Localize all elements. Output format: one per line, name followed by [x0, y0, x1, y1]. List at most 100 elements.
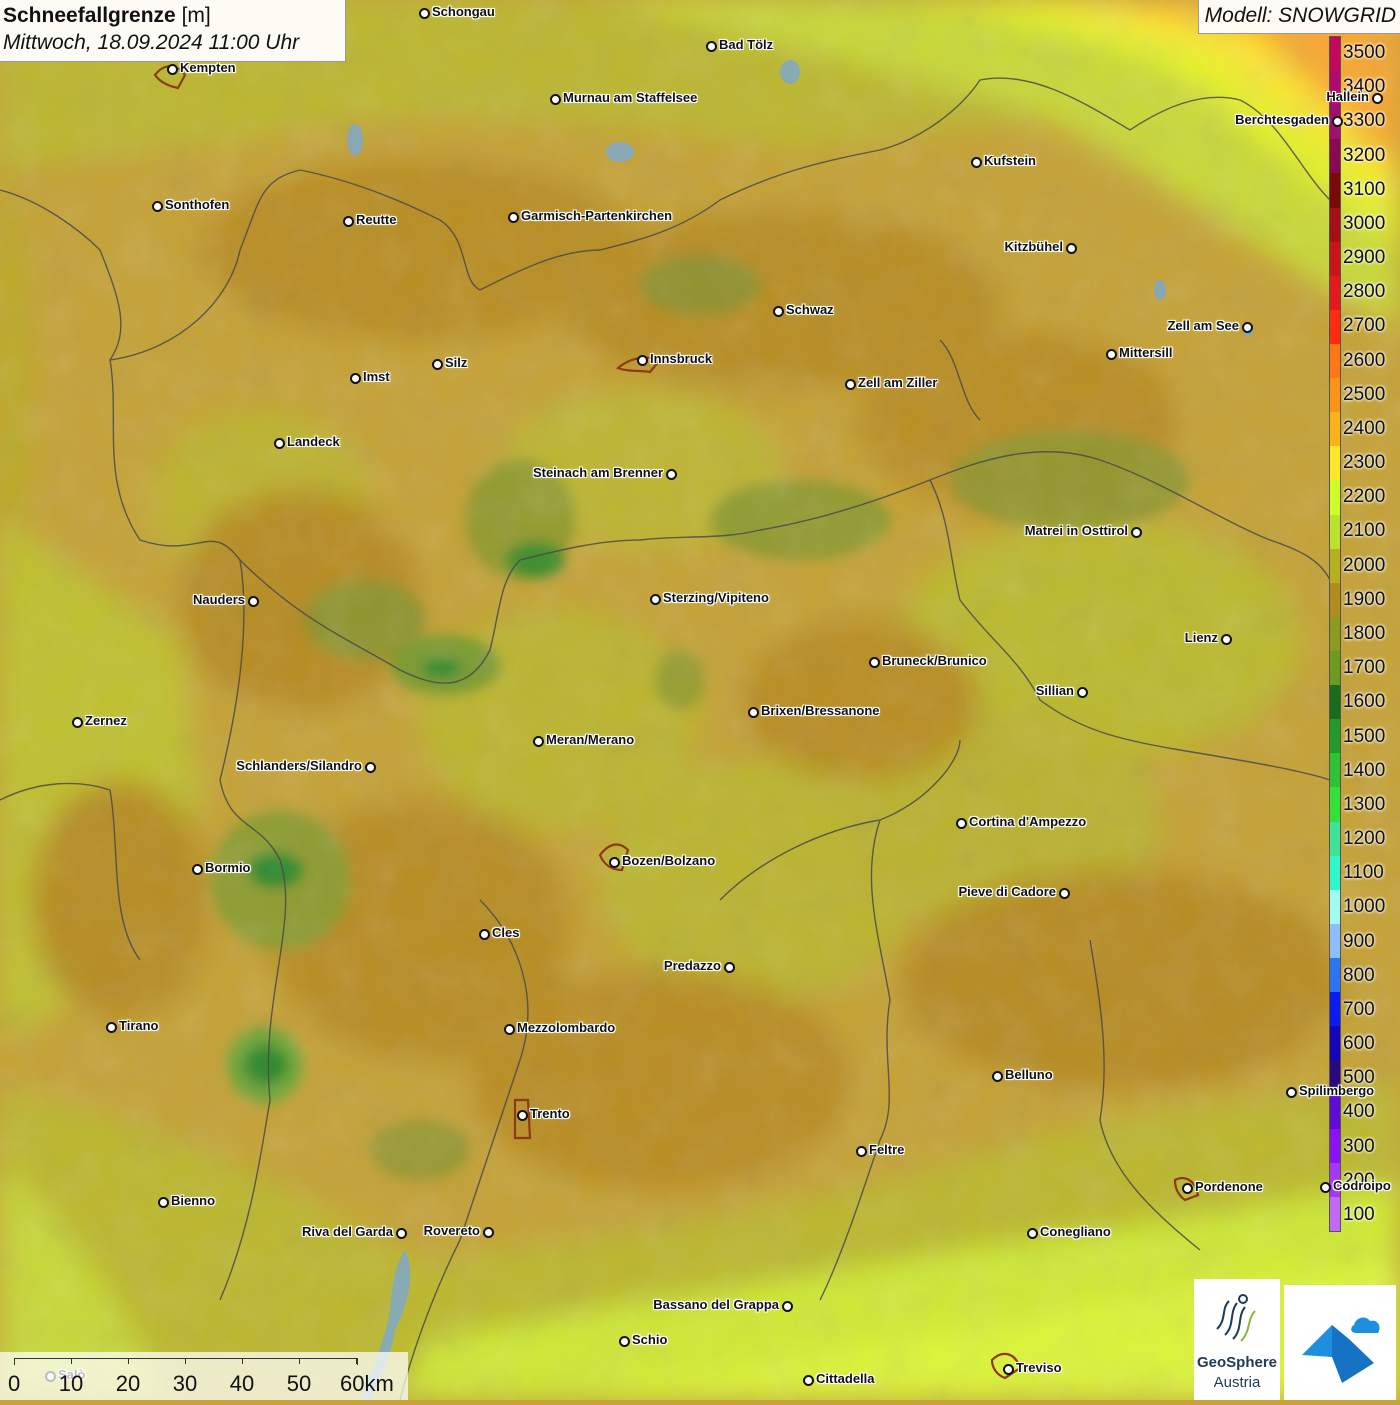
city-label: Steinach am Brenner [532, 465, 663, 480]
city-label: Bienno [171, 1193, 216, 1208]
legend-label: 3100 [1343, 178, 1386, 200]
legend-swatch [1330, 1094, 1340, 1129]
city-marker [869, 657, 880, 668]
legend-label: 1600 [1343, 691, 1386, 713]
legend-swatch [1330, 821, 1340, 856]
city-marker [158, 1197, 169, 1208]
legend-label: 2800 [1343, 281, 1386, 303]
legend-label: 1400 [1343, 759, 1386, 781]
legend-swatch [1330, 173, 1340, 208]
city-marker [167, 64, 178, 75]
model-label: Modell: SNOWGRID [1197, 0, 1400, 34]
legend-label: 300 [1343, 1135, 1375, 1157]
city-marker [106, 1022, 117, 1033]
legend-swatch [1330, 855, 1340, 890]
city-marker [724, 962, 735, 973]
city-marker [365, 762, 376, 773]
city-marker [666, 469, 677, 480]
city-marker [248, 596, 259, 607]
legend-label: 1300 [1343, 793, 1386, 815]
legend-label: 3200 [1343, 144, 1386, 166]
city-marker [856, 1146, 867, 1157]
city-label: Belluno [1005, 1067, 1053, 1082]
city-marker [1003, 1364, 1014, 1375]
city-marker [72, 717, 83, 728]
city-marker [533, 736, 544, 747]
city-label: Pordenone [1195, 1179, 1263, 1194]
scale-label: 0 [8, 1371, 21, 1396]
city-marker [845, 379, 856, 390]
legend-swatch [1330, 1196, 1340, 1231]
legend-swatch [1330, 343, 1340, 379]
scale-line [14, 1358, 358, 1365]
legend-label: 400 [1343, 1101, 1375, 1123]
city-label: Bozen/Bolzano [622, 853, 716, 868]
city-marker [508, 212, 519, 223]
city-label: Bormio [205, 860, 251, 875]
city-marker [782, 1301, 793, 1312]
city-label: Pieve di Cadore [958, 884, 1056, 899]
city-marker [274, 438, 285, 449]
city-label: Trento [530, 1106, 570, 1121]
scale-tick [185, 1358, 186, 1364]
city-label: Schio [632, 1332, 668, 1347]
city-marker [1059, 888, 1070, 899]
legend-label: 2900 [1343, 247, 1386, 269]
scale-tick [71, 1358, 72, 1364]
geosphere-emblem-icon [1216, 1294, 1256, 1342]
scale-label: 30 [172, 1371, 198, 1396]
legend-swatch [1330, 787, 1340, 822]
city-label: Mittersill [1119, 345, 1173, 360]
city-marker [1286, 1087, 1297, 1098]
city-label: Bruneck/Brunico [882, 653, 987, 668]
city-label: Lienz [1184, 630, 1218, 645]
city-label: Treviso [1016, 1360, 1062, 1375]
city-label: Conegliano [1040, 1224, 1111, 1239]
legend-label: 2700 [1343, 315, 1386, 337]
legend-swatch [1330, 1128, 1340, 1163]
city-label: Bassano del Grappa [653, 1297, 779, 1312]
city-label: Mezzolombardo [517, 1020, 616, 1035]
city-label: Murnau am Staffelsee [563, 90, 698, 105]
scale-label: 40 [229, 1371, 255, 1396]
legend-swatch [1330, 37, 1340, 72]
scale-tick [356, 1358, 357, 1364]
map-title-box: Schneefallgrenze [m] Mittwoch, 18.09.202… [0, 0, 346, 62]
legend-swatch [1330, 923, 1340, 958]
legend-label: 600 [1343, 1033, 1375, 1055]
legend-swatch [1330, 889, 1340, 924]
city-marker [706, 41, 717, 52]
legend-label: 1000 [1343, 896, 1386, 918]
city-label: Innsbruck [650, 351, 713, 366]
legend-label: 2100 [1343, 520, 1386, 542]
geosphere-name: GeoSphere [1196, 1354, 1278, 1371]
city-marker [1077, 687, 1088, 698]
city-marker [550, 94, 561, 105]
city-label: Reutte [356, 212, 397, 227]
map-date: Mittwoch, 18.09.2024 11:00 Uhr [3, 31, 300, 54]
scale-tick [14, 1358, 15, 1364]
legend-label: 2200 [1343, 486, 1386, 508]
legend-label: 1800 [1343, 623, 1386, 644]
scale-tick [128, 1358, 129, 1364]
city-marker [1027, 1228, 1038, 1239]
city-label: Matrei in Osttirol [1024, 523, 1128, 538]
scale-label: 20 [115, 1371, 141, 1396]
legend-swatch [1330, 719, 1340, 754]
legend-swatch [1330, 514, 1340, 549]
legend-label: 700 [1343, 998, 1375, 1020]
city-label: Zell am See [1167, 318, 1239, 333]
legend-swatch [1330, 616, 1340, 651]
city-label: Berchtesgaden [1235, 112, 1329, 127]
city-marker [517, 1110, 528, 1121]
legend-color-bar [1329, 36, 1341, 1232]
legend-label: 2300 [1343, 452, 1386, 474]
city-marker [971, 157, 982, 168]
legend-label: 2000 [1343, 554, 1386, 576]
legend-swatch [1330, 753, 1340, 788]
city-marker [350, 373, 361, 384]
city-marker [1221, 634, 1232, 645]
city-marker [619, 1336, 630, 1347]
legend-label: 2600 [1343, 349, 1386, 371]
city-marker [396, 1228, 407, 1239]
